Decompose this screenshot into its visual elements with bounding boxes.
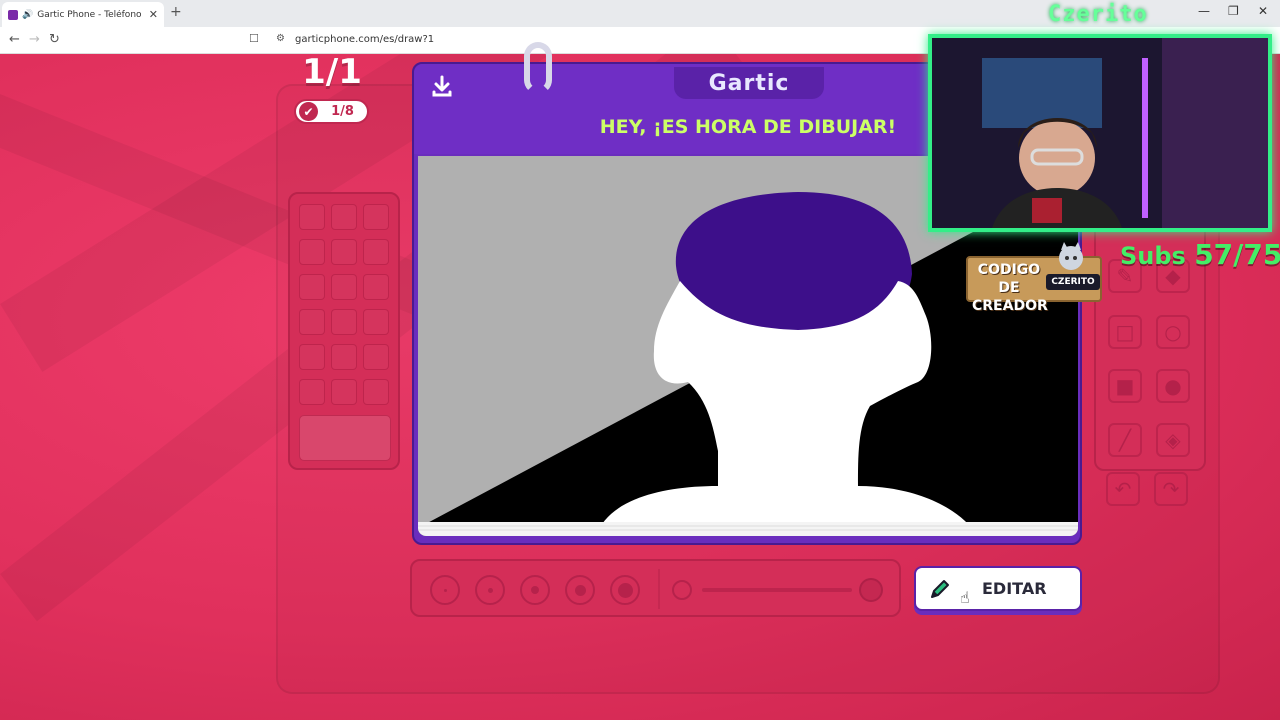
color-palette <box>288 192 400 470</box>
subs-counter: Subs 57/75 <box>1120 238 1280 271</box>
restore-button[interactable]: ❐ <box>1228 4 1239 18</box>
edit-button-label: EDITAR <box>982 579 1047 598</box>
color-swatch[interactable] <box>299 309 325 335</box>
brush-size-bar <box>410 559 901 617</box>
forward-button[interactable]: → <box>29 32 40 47</box>
webcam-overlay <box>928 34 1272 232</box>
color-swatch[interactable] <box>363 309 389 335</box>
color-swatch[interactable] <box>331 309 357 335</box>
opacity-slider-handle[interactable] <box>859 578 883 602</box>
tool-9[interactable]: ↷ <box>1154 472 1188 506</box>
brush-size-1[interactable] <box>430 575 460 605</box>
brush-size-4[interactable] <box>565 575 595 605</box>
check-icon: ✔ <box>299 102 318 121</box>
subs-value: 57/75 <box>1194 238 1280 271</box>
subs-label: Subs <box>1120 242 1186 270</box>
logo-text: Gartic <box>708 70 790 96</box>
current-color-swatch[interactable] <box>299 415 391 461</box>
color-swatch[interactable] <box>363 204 389 230</box>
window-close-button[interactable]: ✕ <box>1258 4 1268 18</box>
bookmark-icon[interactable]: ☐ <box>249 32 259 45</box>
speaker-icon: 🔊 <box>22 9 34 20</box>
color-swatch[interactable] <box>331 379 357 405</box>
minimize-button[interactable]: — <box>1198 4 1210 18</box>
reload-button[interactable]: ↻ <box>49 32 60 47</box>
tab-close-icon[interactable]: ✕ <box>149 8 158 21</box>
color-swatch[interactable] <box>363 274 389 300</box>
draw-prompt-heading: HEY, ¡ES HORA DE DIBUJAR! <box>599 116 897 138</box>
tool-5[interactable]: ● <box>1156 369 1190 403</box>
gartic-favicon-icon <box>8 9 18 20</box>
color-swatch[interactable] <box>299 239 325 265</box>
color-swatch[interactable] <box>331 239 357 265</box>
color-swatch[interactable] <box>331 204 357 230</box>
players-done-badge: ✔ 1/8 <box>294 99 369 124</box>
tool-4[interactable]: ■ <box>1108 369 1142 403</box>
tool-3[interactable]: ○ <box>1156 315 1190 349</box>
notebook-ring <box>524 42 552 94</box>
color-swatch[interactable] <box>363 239 389 265</box>
tool-6[interactable]: ╱ <box>1108 423 1142 457</box>
browser-tab[interactable]: 🔊 Gartic Phone - Teléfono Desc ✕ <box>2 2 164 27</box>
opacity-slider[interactable] <box>702 588 852 592</box>
tool-2[interactable]: □ <box>1108 315 1142 349</box>
tool-8[interactable]: ↶ <box>1106 472 1140 506</box>
round-counter: 1/1 <box>302 52 362 92</box>
color-swatch[interactable] <box>363 379 389 405</box>
streamer-name: Czerito <box>1048 2 1148 27</box>
hand-cursor-icon: ☝ <box>960 588 970 607</box>
gartic-logo: Gartic <box>674 67 824 99</box>
color-swatch[interactable] <box>299 379 325 405</box>
opacity-min-icon <box>672 580 692 600</box>
creator-code-text: CODIGO DE CREADOR <box>972 262 1048 314</box>
new-tab-button[interactable]: + <box>170 4 182 20</box>
url-field[interactable]: garticphone.com/es/draw?1 <box>295 34 434 45</box>
divider <box>658 569 660 609</box>
back-button[interactable]: ← <box>9 32 20 47</box>
color-swatch[interactable] <box>331 274 357 300</box>
edit-button[interactable]: EDITAR <box>914 566 1082 611</box>
color-swatch[interactable] <box>299 274 325 300</box>
download-icon[interactable] <box>430 74 454 98</box>
color-swatch[interactable] <box>299 344 325 370</box>
tool-7[interactable]: ◈ <box>1156 423 1190 457</box>
mascot-icon <box>1059 242 1083 270</box>
brush-size-5[interactable] <box>610 575 640 605</box>
creator-code-badge: CODIGO DE CREADOR CZERITO <box>966 242 1102 314</box>
color-swatch[interactable] <box>331 344 357 370</box>
brush-size-2[interactable] <box>475 575 505 605</box>
site-info-icon[interactable]: ⚙ <box>276 33 285 44</box>
pencil-icon <box>931 579 949 598</box>
color-swatch[interactable] <box>363 344 389 370</box>
players-done-count: 1/8 <box>331 104 354 119</box>
color-swatch[interactable] <box>299 204 325 230</box>
brush-size-3[interactable] <box>520 575 550 605</box>
creator-tag: CZERITO <box>1046 274 1100 290</box>
tab-title: Gartic Phone - Teléfono Desc <box>37 9 145 20</box>
